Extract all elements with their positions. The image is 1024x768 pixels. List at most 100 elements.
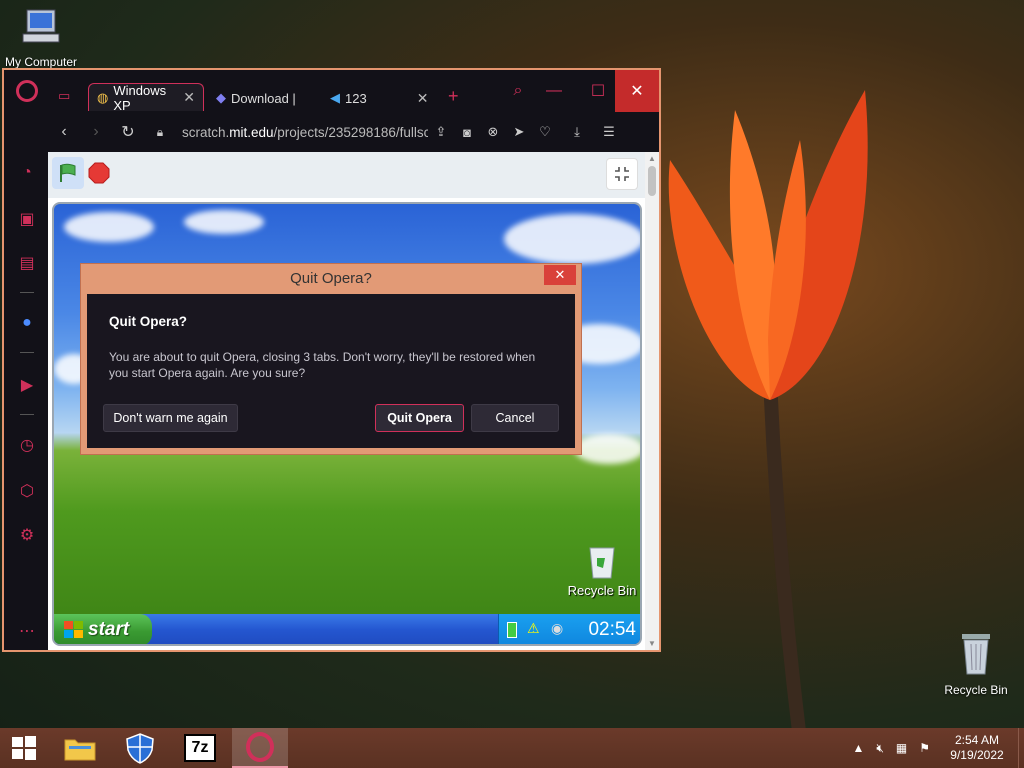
sidebar: ◔ ▣ ▤ ● ▶ ◷ ⬡ ⚙ ⋯ xyxy=(4,112,48,650)
dialog-message: You are about to quit Opera, closing 3 t… xyxy=(109,350,536,380)
vertical-scrollbar[interactable]: ▲ ▼ xyxy=(645,152,659,650)
scroll-up-icon[interactable]: ▲ xyxy=(648,154,656,163)
scratch-controls xyxy=(48,152,645,198)
windows-logo-icon xyxy=(12,736,36,760)
quit-opera-button[interactable]: Quit Opera xyxy=(375,404,464,432)
file-explorer-icon xyxy=(64,739,96,761)
lightbulb-icon: ◍ xyxy=(97,89,109,105)
taskbar: 7z ▲ 🔇︎ ▦ ⚑ 2:54 AM 9/19/2022 xyxy=(0,728,1024,768)
7zip-icon: 7z xyxy=(184,734,216,762)
xp-start-label: start xyxy=(88,619,130,640)
shopping-icon[interactable]: ▣ xyxy=(16,208,38,230)
messenger-icon[interactable]: ● xyxy=(16,312,38,334)
exit-fullscreen-button[interactable] xyxy=(606,158,638,190)
adblock-icon[interactable]: ⊗ xyxy=(480,124,506,140)
system-tray: ▲ 🔇︎ ▦ ⚑ 2:54 AM 9/19/2022 xyxy=(846,728,1024,768)
green-flag-icon xyxy=(60,163,76,182)
close-tab-icon[interactable]: ✕ xyxy=(183,89,195,106)
divider xyxy=(20,352,34,353)
address-bar: ‹ › ↻ 🔒︎ scratch.mit.edu/projects/235298… xyxy=(48,112,659,152)
twitch-icon[interactable]: ▤ xyxy=(16,252,38,274)
my-computer-label: My Computer xyxy=(4,55,78,69)
xp-start-button[interactable]: start xyxy=(54,614,152,644)
battery-icon xyxy=(507,622,517,638)
clock[interactable]: 2:54 AM 9/19/2022 xyxy=(942,733,1012,763)
recycle-bin-icon xyxy=(962,634,990,675)
cancel-button[interactable]: Cancel xyxy=(471,404,559,432)
dialog-close-button[interactable]: ✕ xyxy=(544,265,576,285)
opera-taskbar-button[interactable] xyxy=(232,728,288,768)
pen-icon: ◆ xyxy=(216,90,226,105)
tab-label: 123 xyxy=(345,90,367,106)
xp-tray: ⚠ ◉ 02:54 xyxy=(498,614,640,644)
xp-recycle-bin-icon xyxy=(589,547,615,579)
url-host: scratch. xyxy=(182,124,230,140)
show-desktop-button[interactable] xyxy=(1018,728,1024,768)
stop-button[interactable] xyxy=(88,162,110,184)
tab-windows-xp[interactable]: ◍ Windows XP ✕ xyxy=(88,82,204,113)
tab-download[interactable]: ◆ Download | xyxy=(208,84,318,112)
close-tab-icon[interactable]: ✕ xyxy=(417,90,429,107)
tab-label: Download | xyxy=(231,90,296,106)
minimize-button[interactable]: — xyxy=(532,70,576,112)
heart-icon[interactable]: ♡ xyxy=(532,124,558,140)
easy-setup-icon[interactable]: ☰ xyxy=(596,124,622,140)
dont-warn-button[interactable]: Don't warn me again xyxy=(103,404,238,432)
speed-dial-icon[interactable]: ◔ xyxy=(16,162,38,184)
send-icon[interactable]: ➤ xyxy=(506,124,532,140)
7zip-button[interactable]: 7z xyxy=(172,728,228,768)
windows-xp-logo-icon xyxy=(64,621,83,638)
clock-time: 2:54 AM xyxy=(954,733,1000,747)
xp-clock: 02:54 xyxy=(588,619,636,640)
green-flag-button[interactable] xyxy=(52,157,84,189)
cloud xyxy=(504,214,640,264)
my-computer-desktop-icon[interactable]: My Computer xyxy=(4,8,78,69)
player-icon[interactable]: ▶ xyxy=(16,374,38,396)
download-icon[interactable]: ⤓ xyxy=(558,124,596,140)
speaker-icon: ◉ xyxy=(551,620,564,636)
maximize-button[interactable]: ☐ xyxy=(576,70,620,112)
warning-icon: ⚠ xyxy=(527,620,540,636)
dialog-body: Quit Opera? You are about to quit Opera,… xyxy=(87,294,575,448)
volume-muted-icon[interactable]: 🔇︎ xyxy=(876,741,884,756)
scroll-down-icon[interactable]: ▼ xyxy=(648,639,656,648)
more-icon[interactable]: ⋯ xyxy=(16,620,38,642)
divider xyxy=(20,414,34,415)
extensions-icon[interactable]: ⬡ xyxy=(16,480,38,502)
network-icon[interactable]: ▦ xyxy=(896,741,907,755)
xp-recycle-bin[interactable]: Recycle Bin xyxy=(560,544,640,598)
fish-icon: ◀ xyxy=(330,90,340,105)
computer-icon xyxy=(22,9,60,43)
url-field[interactable]: scratch.mit.edu/projects/235298186/fulls… xyxy=(182,125,428,140)
back-icon[interactable]: ‹ xyxy=(48,112,80,152)
shrink-icon xyxy=(615,167,629,181)
start-button[interactable] xyxy=(0,728,48,768)
cloud xyxy=(574,434,640,464)
forward-icon[interactable]: › xyxy=(80,112,112,152)
action-center-icon[interactable]: ⚑ xyxy=(919,741,930,755)
opera-menu-icon[interactable] xyxy=(16,80,38,102)
gamepad-icon[interactable]: ▭ xyxy=(58,88,70,104)
new-tab-button[interactable]: + xyxy=(448,86,459,107)
xp-recycle-label: Recycle Bin xyxy=(567,583,637,598)
dialog-title: Quit Opera? xyxy=(290,270,372,287)
recycle-bin-desktop-icon[interactable]: Recycle Bin xyxy=(938,630,1014,697)
close-window-button[interactable]: ✕ xyxy=(615,70,659,112)
recycle-bin-label: Recycle Bin xyxy=(944,683,1008,697)
tulip-wallpaper xyxy=(668,90,868,740)
scroll-thumb[interactable] xyxy=(648,166,656,196)
share-icon[interactable]: ⇪ xyxy=(428,124,454,140)
camera-icon[interactable]: ◙ xyxy=(454,125,480,140)
history-icon[interactable]: ◷ xyxy=(16,434,38,456)
tab-123[interactable]: ◀ 123 ✕ xyxy=(322,84,440,112)
reload-icon[interactable]: ↻ xyxy=(112,112,144,152)
cloud xyxy=(64,212,154,242)
tab-label: Windows XP xyxy=(113,82,167,113)
lock-icon[interactable]: 🔒︎ xyxy=(144,112,176,152)
url-domain: mit.edu xyxy=(229,124,274,140)
clock-date: 9/19/2022 xyxy=(950,748,1004,762)
chevron-up-icon[interactable]: ▲ xyxy=(852,741,864,755)
security-button[interactable] xyxy=(112,728,168,768)
file-explorer-button[interactable] xyxy=(52,728,108,768)
settings-icon[interactable]: ⚙ xyxy=(16,524,38,546)
